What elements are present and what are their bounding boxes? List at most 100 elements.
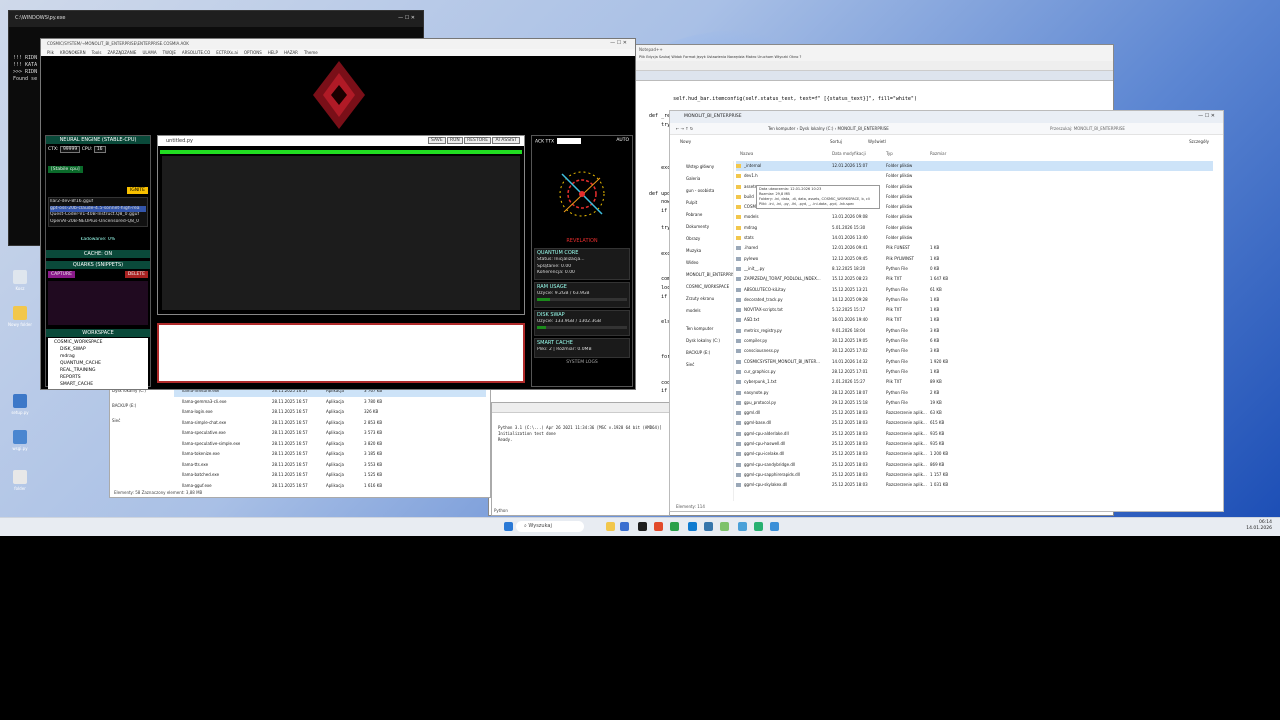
file-row[interactable]: stats 14.01.2026 13:40 Folder plików — [736, 233, 1213, 243]
menu-item[interactable]: HAZAR — [284, 50, 298, 55]
model-list[interactable]: llar2-dev-8f16.gguf gpt-oss-20b-claude-4… — [48, 197, 148, 227]
ai-assist-button[interactable]: AI ASSIST — [492, 137, 520, 144]
new-button[interactable]: Nowy — [680, 139, 691, 144]
sidebar-item[interactable]: Muzyka — [670, 245, 733, 257]
app-icon[interactable] — [654, 522, 663, 531]
explorer-tab-title[interactable]: MONOLIT_BI_ENTERPRISE — [684, 114, 742, 119]
capture-button[interactable]: CAPTURE — [48, 270, 75, 278]
explorer-nav[interactable]: Dysk lokalny (C:) BACKUP (E:) Sieć — [112, 388, 172, 423]
cosmic-app-window[interactable]: COSMIC/SYSTEM/→MONOLIT_BI_ENTERPRISE\ENT… — [40, 38, 636, 390]
file-row[interactable]: cur_graphics.py 28.12.2025 17:01 Python Fi… — [736, 367, 1213, 377]
file-row[interactable]: ggml-cpu-haswell.dll 25.12.2025 18:03 Rozs… — [736, 439, 1213, 449]
app-icon[interactable] — [620, 522, 629, 531]
mode-button[interactable]: [Stabile cpu] — [48, 166, 83, 173]
menu-item[interactable]: ECTRIXx.ai — [216, 50, 238, 55]
model-item[interactable]: Quest-Coder-V1-40B-Instruct.Q8_0.gguf — [50, 212, 146, 219]
sidebar-item[interactable]: Pulpit — [670, 197, 733, 209]
sidebar-item[interactable]: Wstęp główny — [670, 161, 733, 173]
sidebar-item[interactable]: gun - osobista — [670, 185, 733, 197]
file-row[interactable]: pylewo 12.12.2025 09:45 Plik PYLWINST 1 KB — [736, 254, 1213, 264]
details-toggle[interactable]: Szczegóły — [1189, 139, 1209, 144]
file-row[interactable]: compiler.py 30.12.2025 19:05 Python File 6 … — [736, 336, 1213, 346]
file-row[interactable]: decorated_track.py 14.12.2025 09:28 Python… — [736, 295, 1213, 305]
file-row[interactable]: llama-speculative-simple.exe 28.11.2025 1… — [174, 439, 486, 450]
model-item[interactable]: OpenAI-20B-NEOPlus-Uncensored-Q8_0 — [50, 219, 146, 226]
file-explorer-back[interactable]: Dysk lokalny (C:) BACKUP (E:) Sieć llama… — [109, 383, 491, 498]
ack-input[interactable] — [557, 138, 582, 144]
workspace-item[interactable]: REAL_TRAINING — [52, 367, 144, 374]
file-row[interactable]: mdrag 5.01.2026 15:30 Folder plików — [736, 223, 1213, 233]
file-row[interactable]: ggml-cpu-icelake.dll 25.12.2025 18:03 Rozs… — [736, 449, 1213, 459]
chrome-icon[interactable] — [670, 522, 679, 531]
ctx-input[interactable]: 99999 — [59, 146, 81, 153]
file-row[interactable]: __init__.py 8.12.2025 18:20 Python File 0 K… — [736, 264, 1213, 274]
file-row[interactable]: llama-simple-chat.exe 28.11.2025 16:57 Apl… — [174, 418, 486, 429]
sidebar-item[interactable]: COSMIC_WORKSPACE — [670, 281, 733, 293]
file-row[interactable]: ZAPRZEDAJ_TORAT_PODLOŁL_INDEX... 15.12.20… — [736, 274, 1213, 284]
file-row[interactable]: easynote.py 28.12.2025 18:07 Python File 2 … — [736, 388, 1213, 398]
save-button[interactable]: SAVE — [428, 137, 446, 144]
start-icon[interactable] — [504, 522, 513, 531]
app-icon[interactable] — [738, 522, 747, 531]
auto-toggle[interactable]: AUTO — [616, 138, 629, 143]
file-row[interactable]: llama-gemma3-cli.exe 28.11.2025 16:57 Apli… — [174, 397, 486, 408]
terminal-icon[interactable] — [638, 522, 647, 531]
restore-button[interactable]: RESTORE — [464, 137, 492, 144]
app-icon[interactable] — [770, 522, 779, 531]
sidebar-item[interactable]: Ten komputer — [670, 323, 733, 335]
view-button[interactable]: Wyświetl — [868, 139, 886, 144]
breadcrumb[interactable]: Ten komputer › Dysk lokalny (C:) › MONOL… — [768, 126, 889, 131]
file-explorer-icon[interactable] — [606, 522, 615, 531]
menu-item[interactable]: Theme — [304, 50, 318, 55]
cpu-input[interactable]: 16 — [93, 146, 106, 153]
file-row[interactable]: llama-batched.exe 28.11.2025 16:57 Aplikac… — [174, 470, 486, 481]
file-row[interactable]: llama-speculative.exe 28.11.2025 16:57 Apl… — [174, 428, 486, 439]
desktop-icon-folder[interactable]: Nowy folder — [4, 306, 36, 327]
desktop-icon-file[interactable]: folder — [4, 470, 36, 491]
nav-arrows[interactable]: ← → ↑ ↻ — [676, 126, 693, 131]
menu-item[interactable]: OPTIONS — [244, 50, 262, 55]
sidebar-item[interactable]: Wideo — [670, 257, 733, 269]
shell-toolbar[interactable] — [492, 403, 669, 413]
workspace-item[interactable]: DISK_SWAP — [52, 346, 144, 353]
file-row[interactable]: llama-tts.exe 28.11.2025 16:57 Aplikacja 3 … — [174, 460, 486, 471]
file-row[interactable]: COSMICSYSTEM_MONOLIT_BI_INTER... 14.01.20… — [736, 357, 1213, 367]
sidebar-item[interactable]: models — [670, 305, 733, 317]
taskbar-search[interactable]: ⌕ Wyszukaj — [516, 521, 584, 532]
snippets-list[interactable] — [48, 280, 148, 325]
menu-item[interactable]: Plik — [47, 50, 54, 55]
menu-item[interactable]: ULAMA — [142, 50, 156, 55]
sidebar-item[interactable]: Sieć — [670, 359, 733, 371]
file-row[interactable]: llama-gguf.exe 28.11.2025 16:57 Aplikacja 1… — [174, 481, 486, 492]
menu-item[interactable]: HELP — [268, 50, 278, 55]
sidebar-item[interactable]: Obrazy — [670, 233, 733, 245]
file-row[interactable]: cyberpunk_1.txt 2.01.2026 15:27 Plik TXT 89… — [736, 377, 1213, 387]
ignite-button[interactable]: IGNITE — [126, 187, 148, 194]
file-row[interactable]: ABSOLUTECO-kiLitay 15.12.2025 13:21 Python… — [736, 285, 1213, 295]
notepadpp-icon[interactable] — [720, 522, 729, 531]
file-row[interactable]: ggml.dll 25.12.2025 18:03 Rozszerzenie apl… — [736, 408, 1213, 418]
app-menu-bar[interactable]: Plik KRONOKERN Tools ZARZĄDZANIE ULAMA TWOJE A… — [41, 49, 635, 56]
explorer-search[interactable]: Przeszukaj: MONOLIT_BI_ENTERPRISE — [1050, 126, 1125, 131]
desktop-icon-bin[interactable]: Kosz — [4, 270, 36, 291]
workspace-item[interactable]: mdrag — [52, 353, 144, 360]
sidebar-item[interactable]: MONOLIT_BI_ENTERPRISE — [670, 269, 733, 281]
workspace-item[interactable]: SMART_CACHE — [52, 381, 144, 388]
ack-toggle[interactable]: ACK TTX — [535, 140, 554, 145]
window-controls[interactable]: — ☐ ✕ — [1198, 113, 1215, 119]
file-row[interactable]: gpu_protocol.py 29.12.2025 15:18 Python Fi… — [736, 398, 1213, 408]
file-row[interactable]: models 13.01.2026 09:08 Folder plików — [736, 212, 1213, 222]
workspace-item[interactable]: QUANTUM_CACHE — [52, 360, 144, 367]
file-row[interactable]: llama-tokenize.exe 28.11.2025 16:57 Aplika… — [174, 449, 486, 460]
file-row[interactable]: NOVITAX-scripts.txt 5.12.2025 15:17 Plik T… — [736, 305, 1213, 315]
file-row[interactable]: ggml-cpu-sapphirerapids.dll 25.12.2025 18… — [736, 470, 1213, 480]
menu-item[interactable]: KRONOKERN — [60, 50, 86, 55]
sidebar-item[interactable]: Zrzuty ekranu — [670, 293, 733, 305]
file-row[interactable]: llama-login.exe 28.11.2025 16:57 Aplikacja… — [174, 407, 486, 418]
output-panel[interactable] — [157, 323, 525, 383]
code-textarea[interactable] — [162, 156, 520, 310]
file-row[interactable]: metrics_registry.py 9.01.2026 18:04 Python… — [736, 326, 1213, 336]
python-icon[interactable] — [704, 522, 713, 531]
edge-icon[interactable] — [688, 522, 697, 531]
workspace-item[interactable]: REPORTS — [52, 374, 144, 381]
